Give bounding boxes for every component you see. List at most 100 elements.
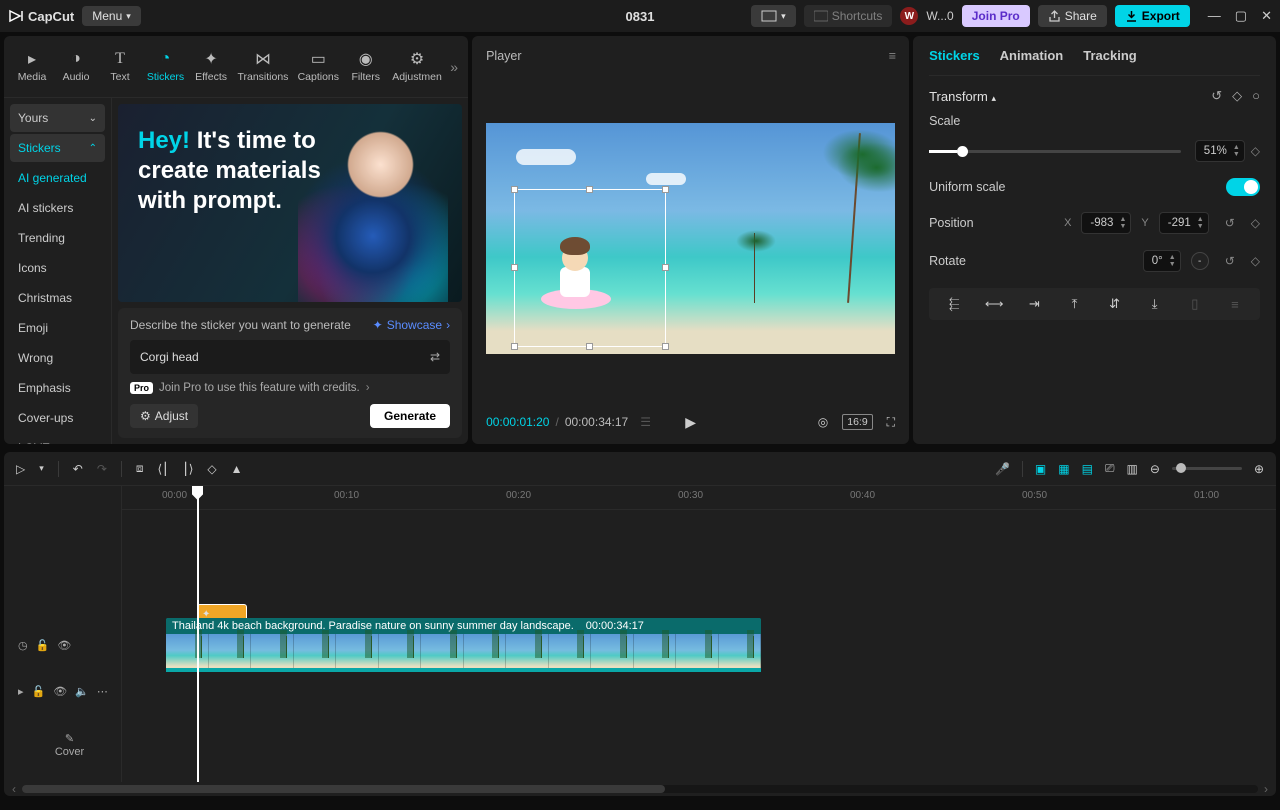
- align-center-v[interactable]: ⇵: [1096, 294, 1134, 314]
- keyframe-icon[interactable]: ◇: [1232, 88, 1242, 104]
- zoom-in-icon[interactable]: ⊕: [1254, 462, 1264, 476]
- window-maximize[interactable]: ▢: [1235, 8, 1247, 24]
- user-avatar[interactable]: W: [900, 7, 918, 25]
- prop-tab-tracking[interactable]: Tracking: [1083, 48, 1136, 63]
- category-christmas[interactable]: Christmas: [10, 284, 105, 312]
- shortcuts-button[interactable]: Shortcuts: [804, 5, 893, 27]
- distribute-h[interactable]: ▯: [1176, 294, 1214, 314]
- tab-adjustment[interactable]: ⚙Adjustmen: [388, 46, 447, 87]
- tab-transitions[interactable]: ⋈Transitions: [233, 46, 293, 87]
- resize-handle[interactable]: [662, 343, 669, 350]
- export-button[interactable]: Export: [1115, 5, 1190, 27]
- align-top[interactable]: ⤒: [1055, 294, 1093, 314]
- showcase-link[interactable]: ✦Showcase›: [373, 318, 450, 332]
- snapshot-icon[interactable]: ◎: [818, 415, 828, 429]
- category-yours[interactable]: Yours⌄: [10, 104, 105, 132]
- category-emphasis[interactable]: Emphasis: [10, 374, 105, 402]
- pointer-tool[interactable]: ▷: [16, 462, 25, 476]
- more-icon[interactable]: ⋯: [97, 685, 108, 698]
- eye-icon[interactable]: 👁: [53, 685, 67, 698]
- preview-snap-icon[interactable]: ⎚: [1105, 461, 1115, 476]
- circle-icon[interactable]: ○: [1252, 88, 1260, 104]
- link-icon[interactable]: ▤: [1082, 462, 1093, 476]
- aspect-ratio-badge[interactable]: 16:9: [842, 414, 872, 430]
- magnet-all-icon[interactable]: ▦: [1058, 462, 1069, 476]
- crop-tool[interactable]: ◇: [207, 462, 216, 476]
- category-trending[interactable]: Trending: [10, 224, 105, 252]
- section-transform[interactable]: Transform ▴: [929, 89, 996, 104]
- resize-handle[interactable]: [511, 343, 518, 350]
- position-y-input[interactable]: -291▲▼: [1159, 212, 1209, 234]
- rotate-dial[interactable]: -: [1191, 252, 1209, 270]
- chevron-right-icon[interactable]: ›: [366, 382, 370, 394]
- player-menu-icon[interactable]: ≡: [889, 49, 895, 63]
- keyframe-icon[interactable]: ◇: [1251, 144, 1260, 158]
- tab-media[interactable]: ▸Media: [10, 46, 54, 87]
- trim-right-tool[interactable]: ⎮⟩: [182, 462, 193, 476]
- reset-icon[interactable]: ↺: [1211, 88, 1222, 104]
- scale-slider[interactable]: [929, 150, 1181, 153]
- shuffle-icon[interactable]: ⇄: [430, 350, 440, 364]
- category-emoji[interactable]: Emoji: [10, 314, 105, 342]
- resize-handle[interactable]: [511, 264, 518, 271]
- menu-button[interactable]: Menu▾: [82, 6, 141, 26]
- align-center-h[interactable]: ⟷: [975, 294, 1013, 314]
- category-cover-ups[interactable]: Cover-ups: [10, 404, 105, 432]
- pointer-dropdown[interactable]: ▾: [39, 463, 44, 474]
- scroll-left[interactable]: ‹: [12, 782, 16, 796]
- resize-handle[interactable]: [586, 186, 593, 193]
- video-preview[interactable]: ⟲: [486, 123, 895, 354]
- category-stickers-group[interactable]: Stickers⌃: [10, 134, 105, 162]
- align-right[interactable]: ⇥: [1015, 294, 1053, 314]
- trim-left-tool[interactable]: ⟨⎮: [158, 462, 169, 476]
- more-tabs-button[interactable]: »: [446, 59, 462, 75]
- keyframe-icon[interactable]: ◇: [1251, 254, 1260, 268]
- sticker-graphic[interactable]: [546, 239, 606, 309]
- window-close[interactable]: ✕: [1261, 8, 1272, 24]
- resize-handle[interactable]: [586, 343, 593, 350]
- eye-icon[interactable]: 👁: [57, 639, 71, 652]
- window-minimize[interactable]: —: [1208, 8, 1221, 24]
- reset-icon[interactable]: ↺: [1225, 216, 1235, 230]
- category-ai-generated[interactable]: AI generated: [10, 164, 105, 192]
- scroll-right[interactable]: ›: [1264, 782, 1268, 796]
- track-settings-icon[interactable]: ▥: [1127, 462, 1138, 476]
- zoom-out-icon[interactable]: ⊖: [1150, 462, 1160, 476]
- position-x-input[interactable]: -983▲▼: [1081, 212, 1131, 234]
- lock-icon[interactable]: 🔓: [36, 639, 50, 652]
- tab-effects[interactable]: ✦Effects: [189, 46, 233, 87]
- tab-stickers[interactable]: ◔Stickers: [142, 46, 189, 87]
- tab-captions[interactable]: ▭Captions: [293, 46, 344, 87]
- prompt-input[interactable]: Corgi head ⇄: [130, 340, 450, 374]
- prop-tab-animation[interactable]: Animation: [1000, 48, 1064, 63]
- split-tool[interactable]: ⧈: [136, 461, 144, 476]
- playhead[interactable]: [197, 486, 199, 782]
- aspect-ratio-button[interactable]: ▾: [751, 5, 796, 27]
- uniform-scale-toggle[interactable]: [1226, 178, 1260, 196]
- align-left[interactable]: ⬱: [935, 294, 973, 314]
- mic-icon[interactable]: 🎤: [995, 462, 1010, 476]
- lock-icon[interactable]: 🔓: [32, 685, 46, 698]
- category-ai-stickers[interactable]: AI stickers: [10, 194, 105, 222]
- h-scrollbar[interactable]: [22, 785, 1258, 793]
- reset-icon[interactable]: ↺: [1225, 254, 1235, 268]
- category-icons[interactable]: Icons: [10, 254, 105, 282]
- video-clip[interactable]: Thailand 4k beach background. Paradise n…: [166, 618, 761, 672]
- zoom-slider[interactable]: [1172, 467, 1242, 470]
- mute-icon[interactable]: 🔈: [75, 685, 89, 698]
- resize-handle[interactable]: [662, 186, 669, 193]
- join-pro-button[interactable]: Join Pro: [962, 5, 1030, 27]
- mirror-tool[interactable]: ▲: [231, 462, 243, 476]
- redo-button[interactable]: ↷: [97, 462, 107, 476]
- resize-handle[interactable]: [662, 264, 669, 271]
- generate-button[interactable]: Generate: [370, 404, 450, 428]
- rotate-input[interactable]: 0°▲▼: [1143, 250, 1181, 272]
- tab-audio[interactable]: ◑Audio: [54, 46, 98, 87]
- tab-filters[interactable]: ◉Filters: [344, 46, 388, 87]
- tab-text[interactable]: TText: [98, 46, 142, 87]
- distribute-v[interactable]: ≡: [1216, 294, 1254, 314]
- list-view-icon[interactable]: ☰: [640, 415, 651, 429]
- cover-button[interactable]: ✎ Cover: [4, 718, 121, 772]
- undo-button[interactable]: ↶: [73, 462, 83, 476]
- align-bottom[interactable]: ⤓: [1136, 294, 1174, 314]
